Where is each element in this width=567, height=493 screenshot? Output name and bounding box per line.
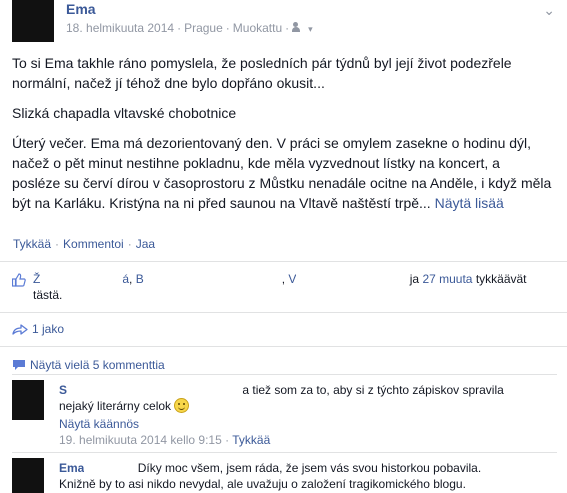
post-date[interactable]: 18. helmikuuta 2014 [66,21,174,35]
divider [0,312,567,313]
comment-text-line2: Knižně by to asi nikdo nevydal, ale uvaž… [59,477,466,491]
friends-privacy-icon[interactable] [292,22,306,33]
divider [12,374,557,375]
author-avatar[interactable] [12,0,54,42]
commenter-name[interactable]: S [59,382,240,397]
post-body: To si Ema takhle ráno pomyslela, že posl… [12,53,552,223]
share-arrow-icon [12,324,28,335]
commenter-avatar[interactable] [12,380,44,420]
post-meta: 18. helmikuuta 2014 · Prague · Muokattu · ▾ [66,21,313,35]
shares-count[interactable]: 1 jako [32,322,64,336]
liker-name-3[interactable]: V [288,271,407,286]
see-more-link[interactable]: Näytä lisää [435,195,504,211]
comment-text-line1: Díky moc všem, jsem ráda, že jsem vás sv… [137,461,482,475]
comment-body: S a tiež som za to, aby si z týchto zápi… [59,382,504,447]
likes-summary: Žá, B, V ja 27 muuta tykkäävät tästä. [12,271,557,303]
divider [12,452,557,453]
comment-time[interactable]: 19. helmikuuta 2014 kello 9:15 [59,433,222,447]
comment-text-line2: nejaký literárny celok [59,399,172,413]
comment-like-button[interactable]: Tykkää [232,433,270,447]
view-more-comments-label[interactable]: Näytä vielä 5 kommenttia [30,358,165,372]
divider [0,346,567,347]
comment-bubble-icon [13,360,25,370]
chevron-down-icon[interactable]: ⌄ [543,2,555,19]
post-paragraph-3: Úterý večer. Ema má dezorientovaný den. … [12,133,552,213]
comment-body: Ema Díky moc všem, jsem ráda, že jsem vá… [59,458,557,492]
share-button[interactable]: Jaa [136,237,155,251]
likes-and: ja [409,272,420,286]
shares-row[interactable]: 1 jako [12,322,64,336]
post-header: Ema 18. helmikuuta 2014 · Prague · Muokattu ·… [12,0,557,46]
divider [0,261,567,262]
post-card: Ema 18. helmikuuta 2014 · Prague · Muokattu ·… [0,0,567,493]
comment-item: Ema Díky moc všem, jsem ráda, že jsem vá… [12,458,557,493]
smiley-emoji-icon [174,398,190,413]
view-more-comments[interactable]: Näytä vielä 5 kommenttia [12,358,165,372]
author-name[interactable]: Ema [66,1,96,17]
comment-item: S a tiež som za to, aby si z týchto zápi… [12,380,557,447]
comment-text-line1: a tiež som za to, aby si z týchto zápisk… [242,383,504,397]
privacy-chevron-icon[interactable]: ▾ [308,24,313,34]
post-actions: Tykkää · Kommentoi · Jaa [13,237,156,251]
like-button[interactable]: Tykkää [13,237,51,251]
thumbs-up-icon [12,273,26,287]
translate-link[interactable]: Näytä käännös [59,417,139,431]
commenter-name[interactable]: Ema [59,460,135,475]
post-paragraph-2: Slizká chapadla vltavské chobotnice [12,105,237,121]
liker-name-2[interactable]: B [136,271,282,286]
commenter-avatar[interactable] [12,458,44,493]
edited-label[interactable]: Muokattu [233,21,282,35]
comment-button[interactable]: Kommentoi [63,237,124,251]
likes-others-link[interactable]: 27 muuta [422,272,472,286]
liker-name-1[interactable]: Žá [33,271,129,286]
likes-text: Žá, B, V ja 27 muuta tykkäävät tästä. [33,271,527,302]
post-paragraph-1: To si Ema takhle ráno pomyslela, že posl… [12,55,512,91]
post-location[interactable]: Prague [184,21,223,35]
